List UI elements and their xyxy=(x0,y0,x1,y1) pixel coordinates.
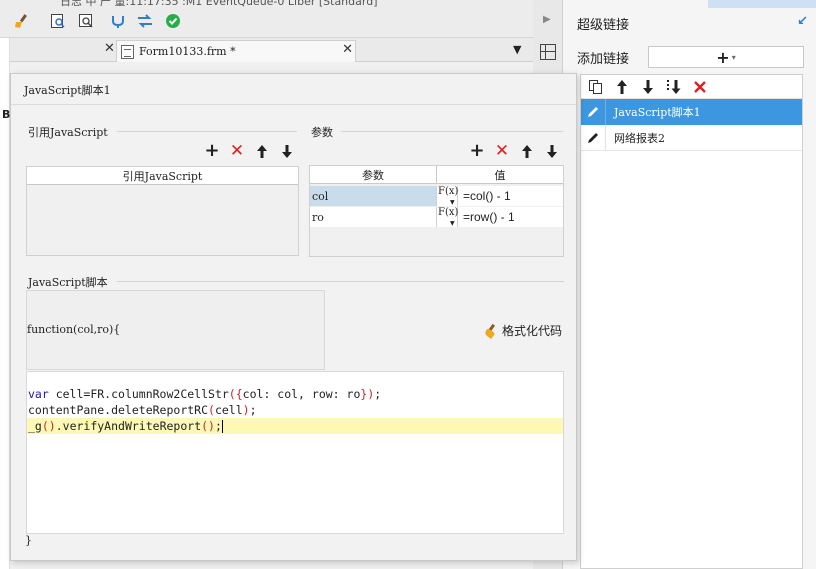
ref-js-group-label: 引用JavaScript xyxy=(28,126,108,139)
collapse-arrow-icon[interactable]: ▶ xyxy=(543,14,551,25)
dialog-title: JavaScript脚本1 xyxy=(24,84,111,97)
delete-param-button[interactable]: ✕ xyxy=(493,142,511,160)
link-item-label: JavaScript脚本1 xyxy=(614,106,701,119)
link-list: JavaScript脚本1 网络报表2 xyxy=(580,74,803,569)
tab-bar: ✕ Form10133.frm * ✕ ▼ xyxy=(10,38,533,62)
move-up-ref-js-button[interactable] xyxy=(253,142,271,160)
javascript-dialog: JavaScript脚本1 引用JavaScript + ✕ 引用JavaScr… xyxy=(10,73,577,561)
function-signature: function(col,ro){ xyxy=(27,323,121,336)
link-item[interactable]: JavaScript脚本1 xyxy=(581,99,802,125)
collapse-panel-icon[interactable]: ↙ xyxy=(797,14,808,29)
tab-menu-icon[interactable]: ▼ xyxy=(513,43,521,56)
move-down-param-button[interactable] xyxy=(543,142,561,160)
arrow-down-icon[interactable] xyxy=(639,78,657,96)
copy-icon[interactable] xyxy=(587,78,605,96)
grid-icon[interactable] xyxy=(540,44,556,60)
tab-form[interactable]: Form10133.frm * ✕ xyxy=(116,40,356,62)
code-editor[interactable]: var cell=FR.columnRow2CellStr({col: col,… xyxy=(26,371,564,534)
params-table: 参数 值 col F(x) ▼ =col() - 1 ro F(x) ▼ =row(… xyxy=(309,165,564,257)
param-row[interactable]: col F(x) ▼ =col() - 1 xyxy=(310,186,563,206)
link-item-label: 网络报表2 xyxy=(614,131,665,145)
panel-header-strip xyxy=(708,0,816,8)
edit-pen-icon xyxy=(581,105,605,119)
code-line: contentPane.deleteReportRC(cell); xyxy=(28,403,257,417)
link-item[interactable]: 网络报表2 xyxy=(581,124,802,151)
plus-icon: + xyxy=(716,47,730,67)
close-tab-icon[interactable]: ✕ xyxy=(104,41,115,56)
connect-icon[interactable] xyxy=(110,13,126,29)
param-row[interactable]: ro F(x) ▼ =row() - 1 xyxy=(310,207,563,227)
main-toolbar: 日志 中 产 量:11:17:35 :M1 EventQueue-0 Liber… xyxy=(0,0,533,38)
document-icon xyxy=(121,44,134,59)
brush-icon[interactable] xyxy=(14,13,30,29)
link-list-toolbar xyxy=(581,75,802,99)
add-link-label: 添加链接 xyxy=(577,52,630,67)
ref-js-column-header: 引用JavaScript xyxy=(27,167,298,185)
formula-icon[interactable]: F(x) ▼ xyxy=(437,186,458,206)
move-bottom-icon[interactable] xyxy=(665,78,683,96)
param-column-header: 参数 xyxy=(310,166,437,184)
arrow-up-icon[interactable] xyxy=(613,78,631,96)
add-param-button[interactable]: + xyxy=(468,142,486,160)
add-ref-js-button[interactable]: + xyxy=(203,142,221,160)
format-code-button[interactable]: 格式化代码 xyxy=(484,322,562,339)
delete-ref-js-button[interactable]: ✕ xyxy=(228,142,246,160)
swap-icon[interactable] xyxy=(137,13,153,29)
title-fragment: 日志 中 产 量:11:17:35 :M1 EventQueue-0 Liber… xyxy=(60,0,378,8)
ref-js-table: 引用JavaScript xyxy=(26,166,299,256)
search-doc-icon[interactable] xyxy=(50,13,66,29)
check-icon[interactable] xyxy=(165,13,181,29)
move-down-ref-js-button[interactable] xyxy=(278,142,296,160)
param-value[interactable]: =row() - 1 xyxy=(458,207,563,227)
value-column-header: 值 xyxy=(437,166,563,184)
code-line-current: _g().verifyAndWriteReport(); xyxy=(27,418,563,434)
broom-icon xyxy=(484,324,498,338)
edit-pen-icon xyxy=(581,131,605,145)
format-code-label: 格式化代码 xyxy=(502,324,563,338)
move-up-param-button[interactable] xyxy=(518,142,536,160)
script-group-label: JavaScript脚本 xyxy=(28,276,108,289)
tab-label: Form10133.frm * xyxy=(139,45,236,58)
caret-icon: ▾ xyxy=(731,52,736,62)
add-link-dropdown[interactable]: + ▾ xyxy=(648,46,804,68)
zoom-doc-icon[interactable] xyxy=(78,13,94,29)
delete-icon[interactable] xyxy=(691,78,709,96)
param-name[interactable]: col xyxy=(310,186,437,206)
closing-brace: } xyxy=(25,534,32,547)
param-value[interactable]: =col() - 1 xyxy=(458,186,563,206)
background-window-edge: B xyxy=(0,38,10,569)
param-name[interactable]: ro xyxy=(310,207,437,227)
code-line: var cell=FR.columnRow2CellStr({col: col,… xyxy=(28,387,382,401)
panel-title: 超级链接 xyxy=(577,18,630,33)
params-group-label: 参数 xyxy=(311,126,333,139)
close-tab-icon[interactable]: ✕ xyxy=(342,42,353,57)
hyperlink-panel: 超级链接 ↙ 添加链接 + ▾ JavaScript脚本1 网络报表2 xyxy=(563,0,816,569)
formula-icon[interactable]: F(x) ▼ xyxy=(437,207,458,227)
